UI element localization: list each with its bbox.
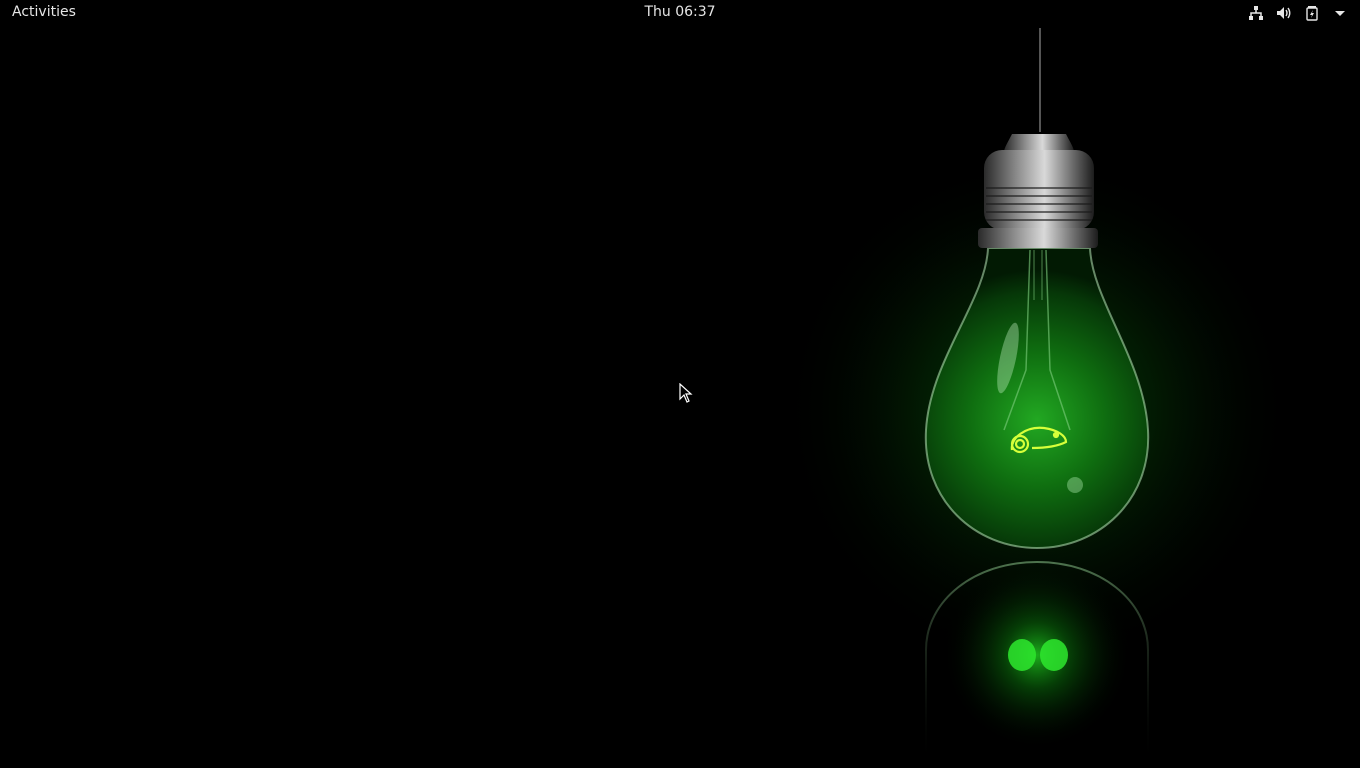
top-bar: Activities Thu 06:37 (0, 0, 1360, 26)
battery-charging-icon[interactable] (1304, 5, 1320, 21)
clock-button[interactable]: Thu 06:37 (644, 4, 715, 20)
network-wired-icon[interactable] (1248, 5, 1264, 21)
system-menu-arrow-icon[interactable] (1332, 5, 1348, 21)
system-tray[interactable] (1248, 4, 1348, 22)
desktop[interactable]: Activities Thu 06:37 (0, 0, 1360, 768)
activities-button[interactable]: Activities (12, 4, 76, 20)
clock-area: Thu 06:37 (0, 4, 1360, 20)
mouse-pointer-icon (679, 383, 693, 403)
volume-icon[interactable] (1276, 5, 1292, 21)
